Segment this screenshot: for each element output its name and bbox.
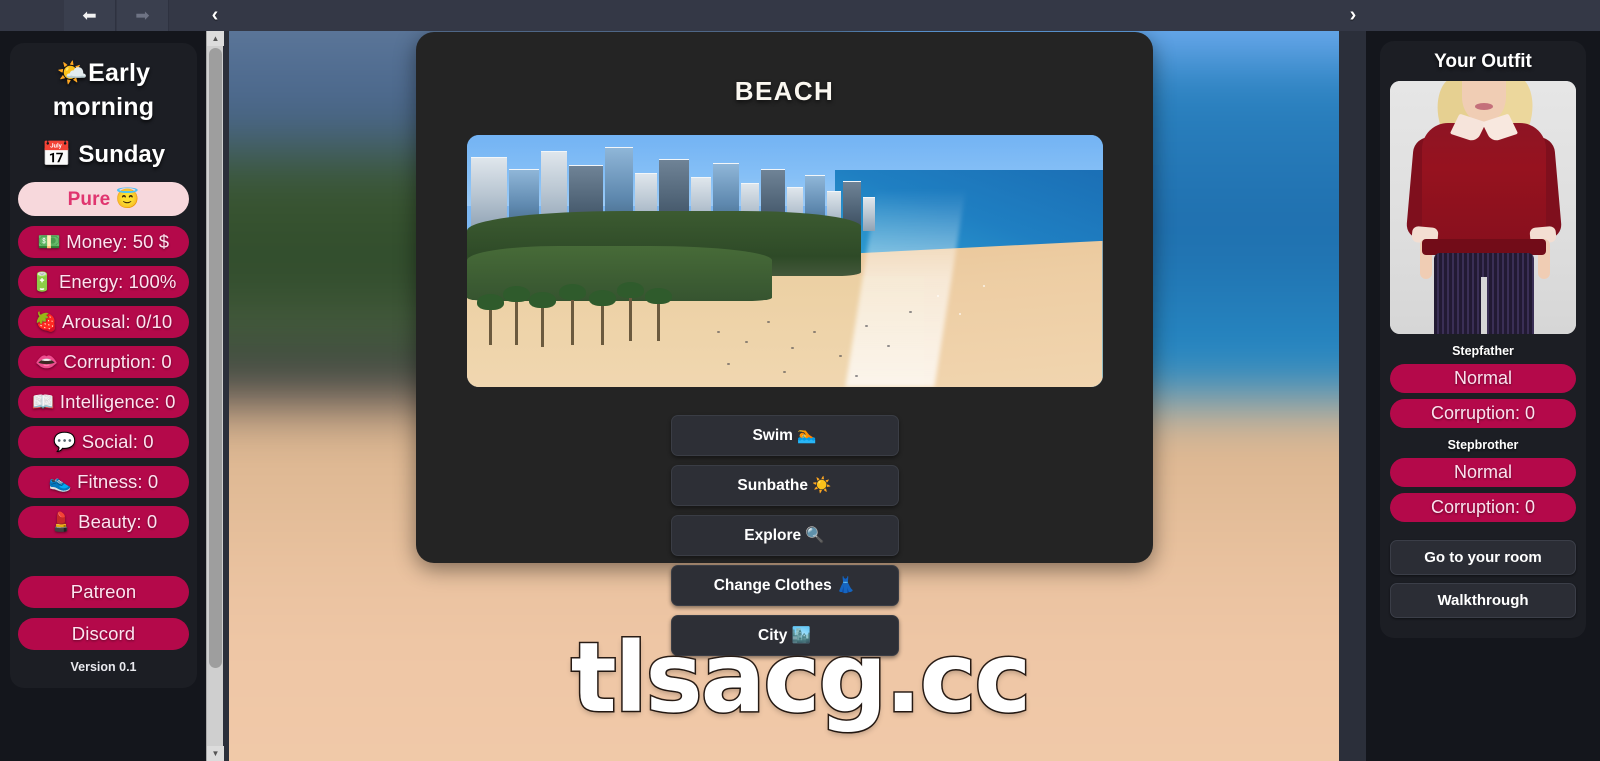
stat-arousal[interactable]: 🍓 Arousal: 0/10	[18, 305, 189, 338]
stepfather-corruption[interactable]: Corruption: 0	[1390, 399, 1576, 428]
day-label: 📅 Sunday	[41, 140, 166, 168]
scrollbar-thumb[interactable]	[209, 48, 222, 668]
stat-corruption[interactable]: 👄 Corruption: 0	[18, 345, 189, 378]
left-sidebar-panel: 🌤️Early morning 📅 Sunday Pure 😇 💵 Money:…	[10, 43, 197, 688]
app-stage: ⬅ ➡ ‹ › 🌤️Early morning 📅 Sunday Pure 😇 …	[0, 0, 1600, 761]
version-label: Version 0.1	[70, 659, 137, 674]
action-explore[interactable]: Explore 🔍	[670, 515, 899, 556]
walkthrough-button[interactable]: Walkthrough	[1390, 583, 1576, 618]
relationship-name-stepfather: Stepfather	[1452, 344, 1514, 358]
stat-beauty[interactable]: 💄 Beauty: 0	[18, 505, 189, 538]
stepfather-status[interactable]: Normal	[1390, 364, 1576, 393]
action-change-clothes[interactable]: Change Clothes 👗	[670, 565, 899, 606]
go-to-room-button[interactable]: Go to your room	[1390, 540, 1576, 575]
stat-money[interactable]: 💵 Money: 50 $	[18, 225, 189, 258]
right-sidebar: Your Outfit Stepfather Normal Corruption…	[1366, 31, 1600, 761]
stepbrother-status[interactable]: Normal	[1390, 458, 1576, 487]
relationship-name-stepbrother: Stepbrother	[1447, 438, 1519, 452]
collapse-left-panel-icon[interactable]: ‹	[200, 0, 230, 31]
stat-social[interactable]: 💬 Social: 0	[18, 425, 189, 458]
action-sunbathe[interactable]: Sunbathe ☀️	[670, 465, 899, 506]
beach-scene-image	[466, 135, 1103, 387]
outfit-preview-image[interactable]	[1390, 81, 1576, 334]
main-scene-card: BEACH Swim 🏊 Sunbathe ☀️ Explore 🔍 Chang…	[416, 32, 1153, 656]
action-button-grid: Swim 🏊 Sunbathe ☀️ Explore 🔍 Change Clot…	[550, 415, 1020, 656]
stat-fitness[interactable]: 👟 Fitness: 0	[18, 465, 189, 498]
scroll-down-icon[interactable]: ▼	[207, 746, 224, 761]
browser-toolbar: ⬅ ➡ ‹ ›	[0, 0, 1600, 31]
left-sidebar: 🌤️Early morning 📅 Sunday Pure 😇 💵 Money:…	[0, 31, 206, 761]
action-swim[interactable]: Swim 🏊	[670, 415, 899, 456]
action-city[interactable]: City 🏙️	[670, 615, 899, 656]
stepbrother-corruption[interactable]: Corruption: 0	[1390, 493, 1576, 522]
patreon-button[interactable]: Patreon	[18, 575, 189, 608]
stat-energy[interactable]: 🔋 Energy: 100%	[18, 265, 189, 298]
purity-badge[interactable]: Pure 😇	[18, 181, 189, 216]
discord-button[interactable]: Discord	[18, 617, 189, 650]
right-nav-group: Go to your room Walkthrough	[1390, 540, 1576, 618]
time-of-day-label: 🌤️Early morning	[52, 59, 155, 121]
outfit-title: Your Outfit	[1434, 51, 1532, 72]
scroll-up-icon[interactable]: ▲	[207, 31, 224, 46]
page-scrollbar[interactable]: ▲ ▼	[206, 31, 224, 761]
right-sidebar-panel: Your Outfit Stepfather Normal Corruption…	[1380, 41, 1586, 638]
expand-right-panel-icon[interactable]: ›	[1338, 0, 1368, 31]
forward-arrow-icon[interactable]: ➡	[117, 0, 169, 31]
back-arrow-icon[interactable]: ⬅	[64, 0, 116, 31]
page-title: BEACH	[734, 76, 835, 106]
stat-intelligence[interactable]: 📖 Intelligence: 0	[18, 385, 189, 418]
